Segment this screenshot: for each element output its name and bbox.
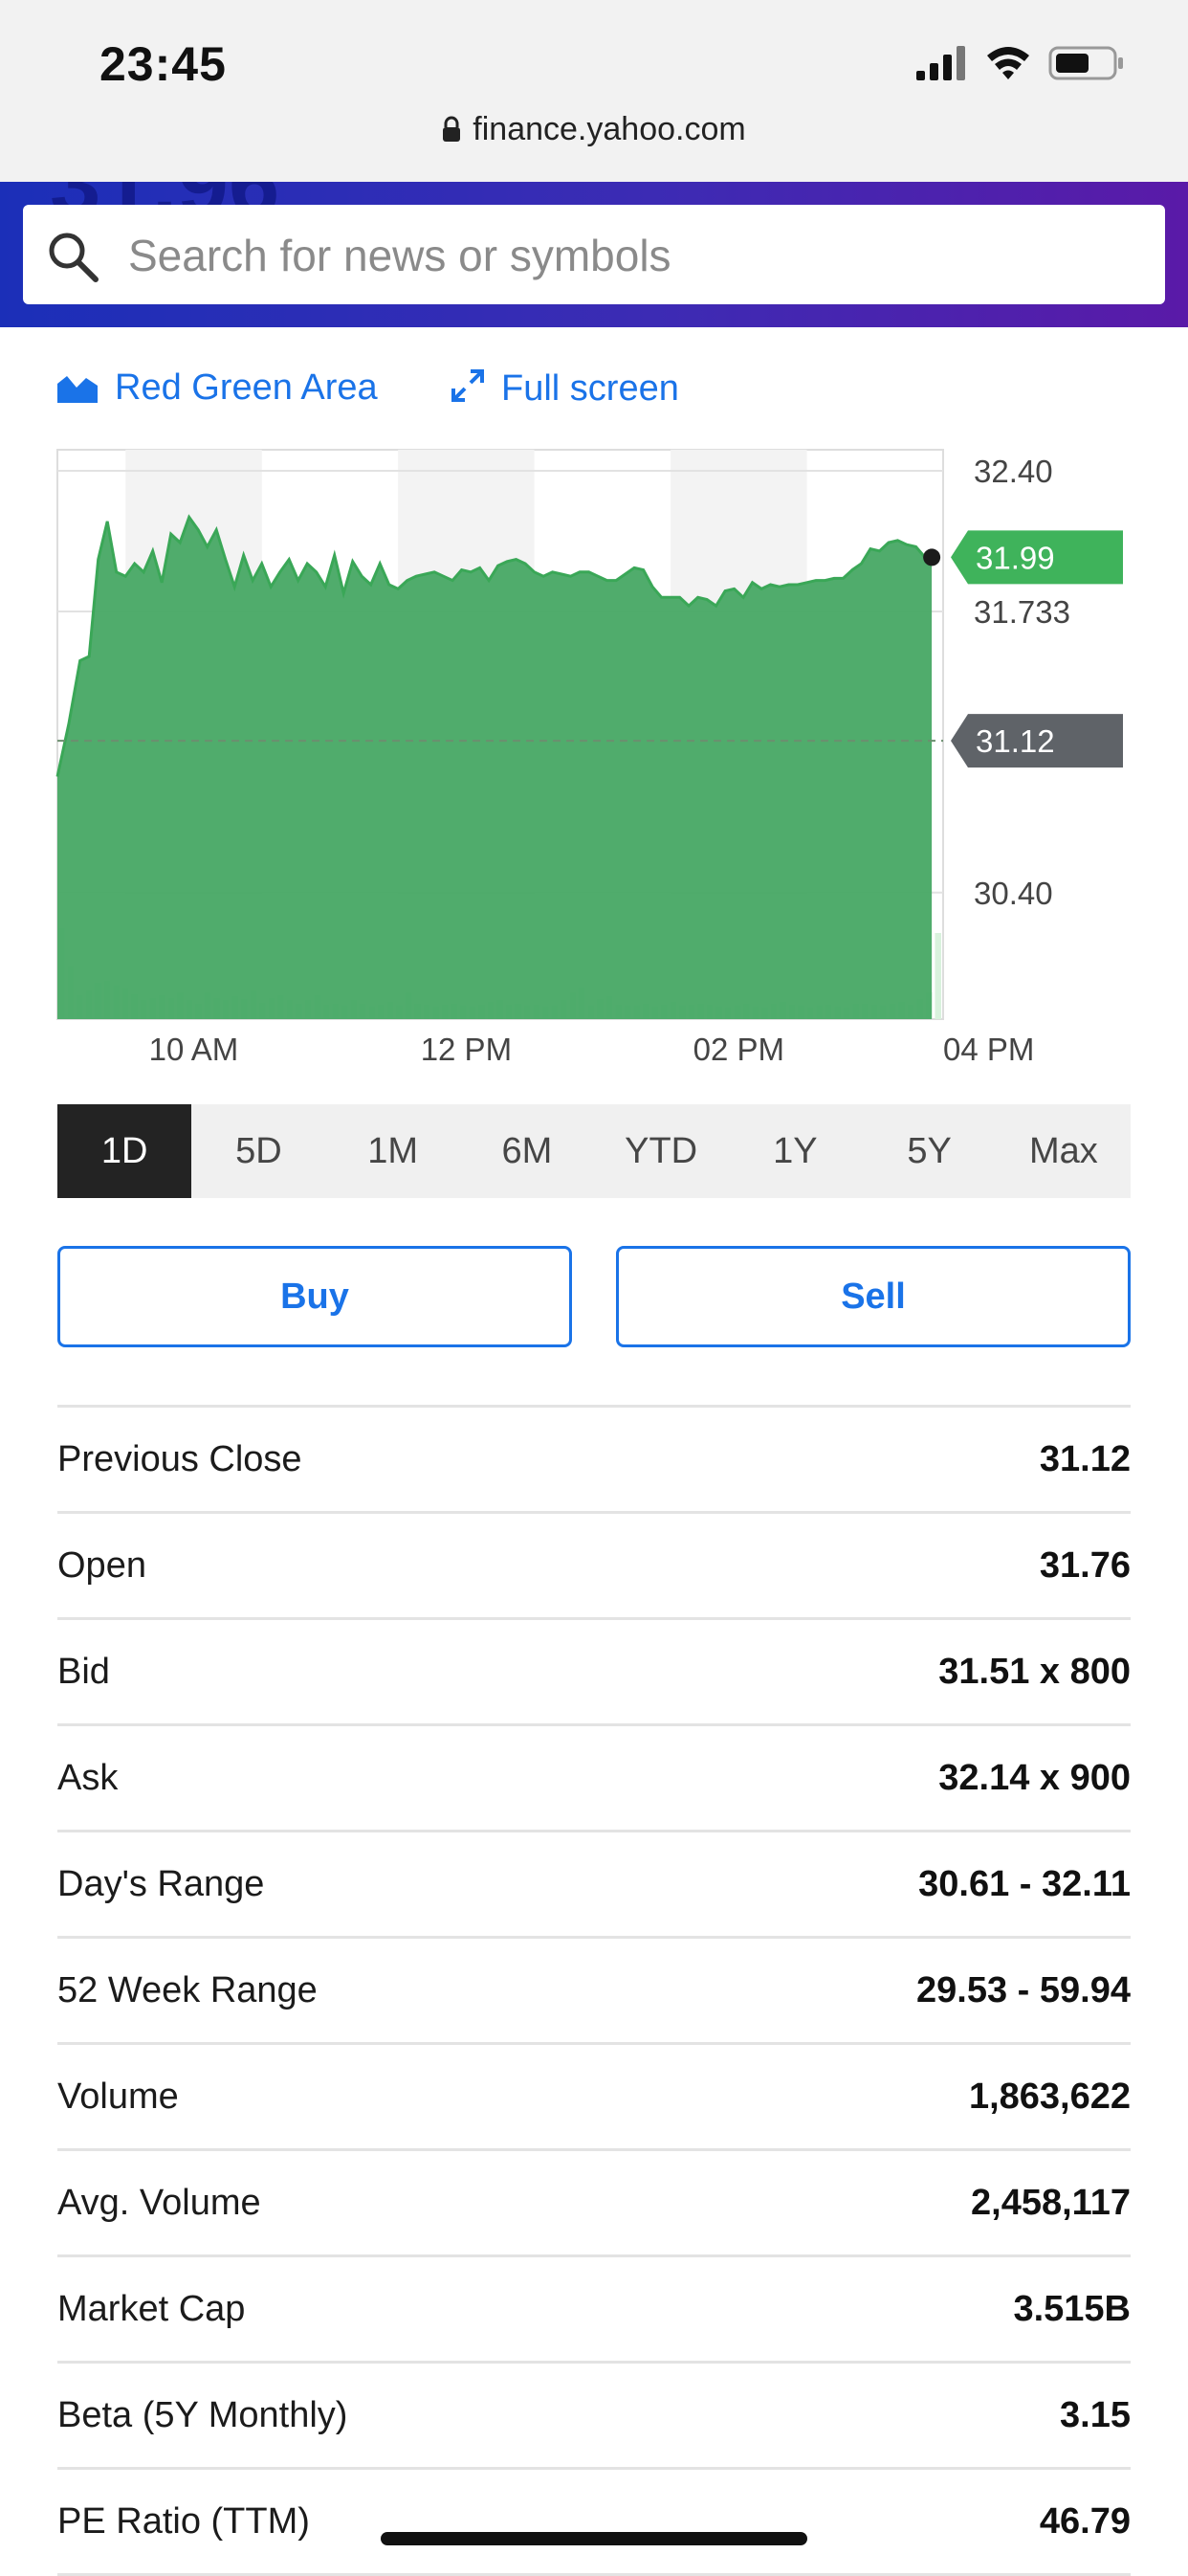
stat-row-market-cap: Market Cap 3.515B (57, 2254, 1131, 2361)
search-input[interactable] (126, 205, 1144, 306)
stat-value: 31.12 (1039, 1439, 1131, 1479)
search-box[interactable] (23, 205, 1165, 306)
stat-label: 52 Week Range (57, 1970, 318, 2010)
stat-value: 3.515B (1013, 2289, 1131, 2329)
lock-icon (443, 116, 461, 142)
cellular-signal-icon (916, 46, 965, 80)
status-time: 23:45 (99, 37, 227, 91)
range-tab-max[interactable]: Max (997, 1104, 1131, 1198)
y-tick-label: 30.40 (974, 876, 1053, 911)
range-tab-1m[interactable]: 1M (326, 1104, 460, 1198)
url-bar[interactable]: finance.yahoo.com (0, 111, 1188, 148)
chart-type-label: Red Green Area (115, 367, 378, 408)
area-chart-icon (57, 376, 98, 403)
stat-value: 31.51 x 800 (938, 1652, 1131, 1692)
chart-type-toggle[interactable]: Red Green Area (57, 367, 378, 409)
range-tabs: 1D 5D 1M 6M YTD 1Y 5Y Max (57, 1104, 1131, 1198)
stat-value: 30.61 - 32.11 (918, 1864, 1131, 1904)
wifi-icon (987, 47, 1029, 79)
price-chart[interactable]: 32.40 31.733 30.40 31.99 31.12 10 AM 12 PM 02 P… (0, 440, 1188, 1072)
range-tab-6m[interactable]: 6M (460, 1104, 594, 1198)
range-tab-ytd[interactable]: YTD (594, 1104, 728, 1198)
stat-value: 46.79 (1039, 2501, 1131, 2542)
quote-stats-table: Previous Close 31.12 Open 31.76 Bid 31.5… (57, 1405, 1131, 2576)
status-icons (916, 42, 1127, 89)
current-price-tag-text: 31.99 (976, 540, 1055, 575)
stat-label: Open (57, 1545, 146, 1586)
trade-buttons: Buy Sell (57, 1246, 1131, 1347)
x-tick-label: 02 PM (693, 1032, 784, 1067)
stat-row-days-range: Day's Range 30.61 - 32.11 (57, 1830, 1131, 1936)
home-indicator (381, 2532, 807, 2545)
y-tick-label: 32.40 (974, 454, 1053, 489)
stat-row-bid: Bid 31.51 x 800 (57, 1617, 1131, 1723)
url-text: finance.yahoo.com (473, 111, 746, 147)
x-tick-label: 04 PM (943, 1032, 1034, 1067)
stat-row-pe-ratio: PE Ratio (TTM) 46.79 (57, 2467, 1131, 2576)
previous-close-tag-text: 31.12 (976, 723, 1055, 759)
buy-button[interactable]: Buy (57, 1246, 572, 1347)
volume-bar (935, 933, 941, 1019)
search-icon (49, 233, 99, 282)
stat-value: 32.14 x 900 (938, 1758, 1131, 1798)
stat-row-ask: Ask 32.14 x 900 (57, 1723, 1131, 1830)
browser-status-bar: 23:45 finance.yahoo.com (0, 0, 1188, 182)
stat-label: Volume (57, 2076, 179, 2117)
current-price-tag: 31.99 (951, 530, 1123, 585)
stat-label: Bid (57, 1652, 110, 1692)
stat-value: 1,863,622 (968, 2076, 1131, 2117)
range-tab-1d[interactable]: 1D (57, 1104, 192, 1198)
stat-row-52-week-range: 52 Week Range 29.53 - 59.94 (57, 1936, 1131, 2042)
price-chart-svg: 32.40 31.733 30.40 31.99 31.12 10 AM 12 PM 02 P… (55, 449, 1123, 1067)
expand-icon (451, 369, 484, 402)
stat-value: 31.76 (1039, 1545, 1131, 1586)
stat-label: Day's Range (57, 1864, 265, 1904)
stat-row-beta: Beta (5Y Monthly) 3.15 (57, 2361, 1131, 2467)
fullscreen-label: Full screen (501, 368, 679, 409)
stat-value: 29.53 - 59.94 (916, 1970, 1131, 2010)
range-tab-5d[interactable]: 5D (191, 1104, 325, 1198)
stat-label: Previous Close (57, 1439, 302, 1479)
fullscreen-button[interactable]: Full screen (450, 367, 679, 410)
stat-label: PE Ratio (TTM) (57, 2501, 310, 2542)
stat-row-previous-close: Previous Close 31.12 (57, 1405, 1131, 1511)
previous-close-tag: 31.12 (951, 714, 1123, 768)
stat-row-open: Open 31.76 (57, 1511, 1131, 1617)
price-area (57, 517, 933, 1019)
stat-label: Market Cap (57, 2289, 246, 2329)
stat-label: Beta (5Y Monthly) (57, 2395, 348, 2435)
y-tick-label: 31.733 (974, 594, 1070, 630)
last-price-dot (923, 548, 941, 566)
range-tab-5y[interactable]: 5Y (863, 1104, 997, 1198)
x-tick-label: 12 PM (421, 1032, 512, 1067)
stat-row-avg-volume: Avg. Volume 2,458,117 (57, 2148, 1131, 2254)
stat-row-volume: Volume 1,863,622 (57, 2042, 1131, 2148)
stat-label: Ask (57, 1758, 119, 1798)
stat-value: 3.15 (1060, 2395, 1131, 2435)
x-tick-label: 10 AM (149, 1032, 239, 1067)
battery-icon (1048, 46, 1123, 80)
sell-button[interactable]: Sell (616, 1246, 1131, 1347)
stat-label: Avg. Volume (57, 2183, 261, 2223)
yahoo-header: 31.96 (0, 182, 1188, 327)
range-tab-1y[interactable]: 1Y (728, 1104, 862, 1198)
stat-value: 2,458,117 (971, 2183, 1131, 2223)
